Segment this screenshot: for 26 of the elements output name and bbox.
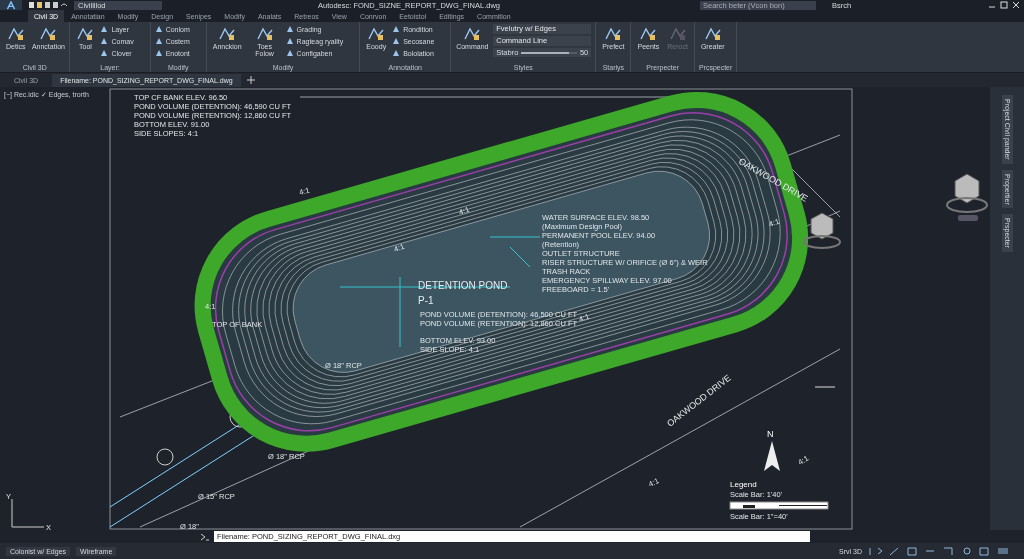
ucs-icon	[11, 498, 45, 528]
line-chart-icon	[463, 26, 482, 42]
north-label: N	[767, 429, 774, 439]
line-chart-icon	[39, 26, 58, 42]
letter-a-logo-icon	[6, 0, 16, 10]
pond-name: DETENTION POND	[418, 280, 508, 291]
close-icon[interactable]	[1012, 1, 1020, 9]
line-chart-icon	[367, 26, 386, 42]
line-chart-icon	[6, 26, 25, 42]
line-chart-icon	[76, 26, 95, 42]
command-icon[interactable]	[200, 532, 210, 541]
line-chart-icon	[668, 26, 687, 42]
legend-title: Legend	[730, 480, 757, 489]
pond-id: P-1	[418, 295, 434, 306]
line-chart-icon	[255, 26, 274, 42]
app-menu-button[interactable]	[0, 0, 22, 10]
line-chart-icon	[604, 26, 623, 42]
view-cube-icon[interactable]	[803, 212, 841, 249]
maximize-icon[interactable]	[1000, 1, 1008, 9]
view-cube-icon[interactable]	[946, 173, 988, 213]
line-chart-icon	[639, 26, 658, 42]
quick-access-icons[interactable]	[28, 1, 68, 9]
new-tab-icon[interactable]	[246, 76, 255, 84]
line-chart-icon	[703, 26, 722, 42]
north-arrow-icon	[764, 441, 780, 471]
line-chart-icon	[218, 26, 237, 42]
